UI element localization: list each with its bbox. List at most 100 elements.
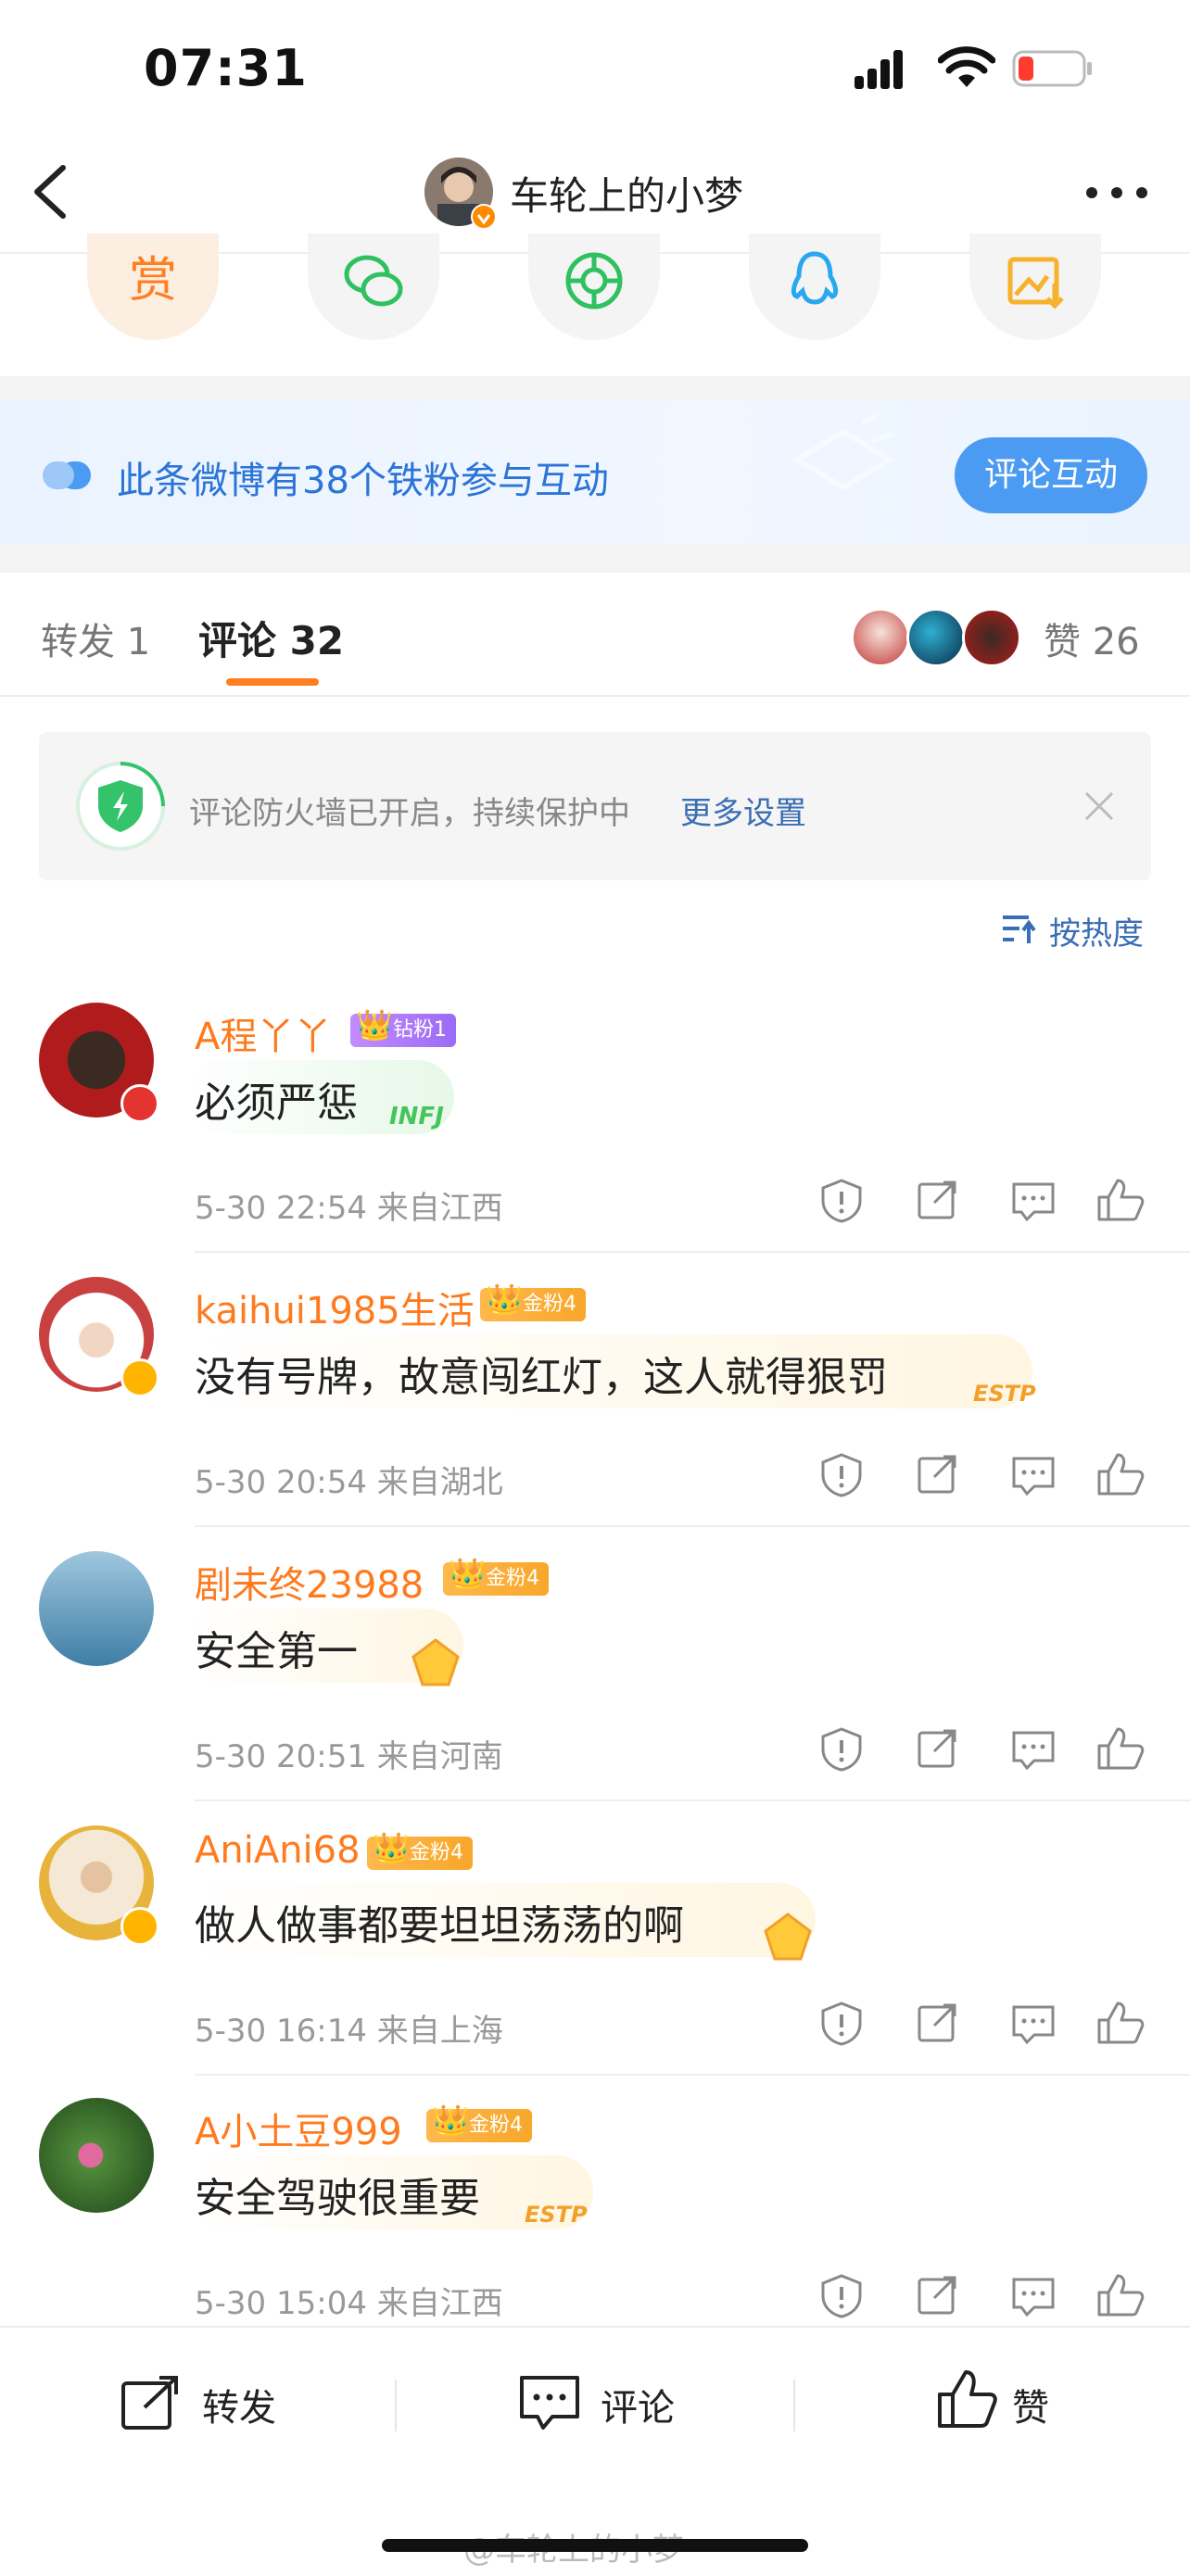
- comment-actions[interactable]: [816, 1725, 1149, 1772]
- comment-actions[interactable]: [816, 1177, 1149, 1223]
- qq-icon: [791, 251, 839, 305]
- comment-divider: [195, 1251, 1190, 1253]
- comment-text: 安全第一: [195, 1628, 358, 1675]
- share-qq-button[interactable]: [749, 234, 880, 340]
- reply-icon: [1012, 2005, 1055, 2045]
- like-button[interactable]: 赞: [936, 2365, 1075, 2439]
- comment-text: 安全驾驶很重要: [195, 2175, 480, 2222]
- tab-divider: [0, 695, 1190, 697]
- comment-divider: [195, 2074, 1190, 2076]
- reply-icon: [1012, 1182, 1055, 1222]
- home-indicator[interactable]: [382, 2539, 808, 2552]
- comment-button[interactable]: 评论: [519, 2368, 686, 2439]
- share-icon: [918, 2276, 956, 2315]
- comment-author[interactable]: A小土豆999: [195, 2102, 402, 2155]
- tab-active-indicator: [226, 678, 319, 686]
- repost-icon: [121, 2376, 178, 2430]
- report-icon: [821, 2274, 862, 2318]
- like-avatar[interactable]: [906, 608, 966, 667]
- repost-button[interactable]: 转发: [120, 2368, 287, 2439]
- comment-author[interactable]: A程丫丫: [195, 1006, 331, 1060]
- crown-icon: 👑: [373, 1830, 410, 1865]
- moments-icon: [565, 252, 623, 309]
- reply-icon: [1012, 1731, 1055, 1771]
- comment-meta: 5-30 15:04 来自江西: [195, 2285, 503, 2322]
- bottom-separator: [793, 2380, 795, 2431]
- fan-badge: 👑 金粉4: [426, 2103, 532, 2142]
- report-icon: [821, 1453, 862, 1497]
- share-moments-button[interactable]: [528, 234, 660, 340]
- comment-text: 必须严惩: [195, 1080, 358, 1127]
- fans-icon: [43, 461, 91, 489]
- reply-icon: [1012, 1457, 1055, 1496]
- fan-badge: 👑 金粉4: [443, 1557, 549, 1596]
- battery-icon: [1012, 50, 1092, 87]
- like-avatar[interactable]: [851, 608, 910, 667]
- more-icon[interactable]: [1084, 185, 1149, 200]
- verified-badge-icon: [120, 1907, 159, 1946]
- like-icon: [1097, 1453, 1145, 1496]
- fan-level: 金粉4: [469, 2114, 523, 2137]
- share-icon: [918, 2003, 956, 2042]
- comment-author[interactable]: 剧未终23988: [195, 1555, 424, 1609]
- like-avatar[interactable]: [962, 608, 1021, 667]
- verified-badge-icon: [471, 204, 497, 230]
- bubble-tag: ESTP: [525, 2202, 588, 2228]
- comment-actions[interactable]: [816, 2272, 1149, 2318]
- fan-level: 金粉4: [523, 1293, 576, 1316]
- fan-badge: 👑 金粉4: [367, 1831, 473, 1870]
- comment-actions[interactable]: [816, 1451, 1149, 1497]
- like-icon: [1097, 1179, 1145, 1221]
- crown-icon: 👑: [449, 1556, 486, 1591]
- sort-button[interactable]: 按热度: [1001, 908, 1149, 953]
- share-save-image-button[interactable]: [969, 234, 1101, 340]
- like-label: 赞: [1012, 2387, 1049, 2430]
- report-icon: [821, 1179, 862, 1223]
- wechat-icon: [344, 255, 403, 307]
- bubble-tag: ESTP: [973, 1381, 1036, 1407]
- comment-actions[interactable]: [816, 2000, 1149, 2046]
- avatar[interactable]: [39, 1551, 154, 1666]
- comment-author[interactable]: AniAni68: [195, 1829, 361, 1872]
- comment-divider: [195, 1525, 1190, 1527]
- comment-author[interactable]: kaihui1985生活: [195, 1281, 475, 1334]
- comment-meta: 5-30 20:54 来自湖北: [195, 1464, 503, 1501]
- comment-meta: 5-30 16:14 来自上海: [195, 2013, 503, 2050]
- reward-button[interactable]: 赏: [87, 234, 219, 340]
- repost-label: 转发: [202, 2387, 276, 2430]
- bubble-tag: INFJ: [389, 1103, 444, 1130]
- verified-badge-icon: [120, 1358, 159, 1397]
- share-icon: [918, 1729, 956, 1768]
- fan-level: 钻粉1: [393, 1018, 447, 1042]
- fan-level: 金粉4: [486, 1567, 539, 1590]
- like-icon: [1097, 1727, 1145, 1770]
- comment-icon: [520, 2376, 579, 2430]
- badge-icon: [120, 1084, 159, 1123]
- crown-icon: 👑: [432, 2102, 469, 2138]
- fan-badge: 👑 钻粉1: [350, 1008, 456, 1047]
- like-icon: [1097, 2274, 1145, 2317]
- close-icon[interactable]: [1082, 789, 1116, 823]
- fan-level: 金粉4: [410, 1841, 463, 1864]
- more-settings-link[interactable]: 更多设置: [680, 788, 806, 833]
- share-icon: [918, 1455, 956, 1494]
- crown-icon: 👑: [486, 1282, 523, 1317]
- comment-interact-button[interactable]: 评论互动: [955, 437, 1147, 513]
- reply-icon: [1012, 2278, 1055, 2317]
- section-gap: [0, 376, 1190, 402]
- tab-comment[interactable]: 评论 32: [198, 610, 344, 666]
- tab-repost[interactable]: 转发 1: [41, 612, 150, 665]
- share-icon: [918, 1181, 956, 1219]
- share-wechat-button[interactable]: [308, 234, 439, 340]
- gem-decoration-icon: [411, 1638, 460, 1686]
- avatar[interactable]: [39, 2098, 154, 2213]
- back-icon[interactable]: [28, 162, 74, 221]
- comment-text: 没有号牌，故意闯红灯，这人就得狠罚: [195, 1354, 888, 1401]
- like-icon: [938, 2370, 997, 2428]
- tab-likes[interactable]: 赞 26: [1044, 612, 1140, 665]
- comment-meta: 5-30 20:51 来自河南: [195, 1738, 503, 1775]
- banner-decoration: [791, 410, 895, 491]
- comment-divider: [195, 1799, 1190, 1801]
- fan-badge: 👑 金粉4: [480, 1282, 586, 1321]
- shield-icon: [76, 762, 165, 851]
